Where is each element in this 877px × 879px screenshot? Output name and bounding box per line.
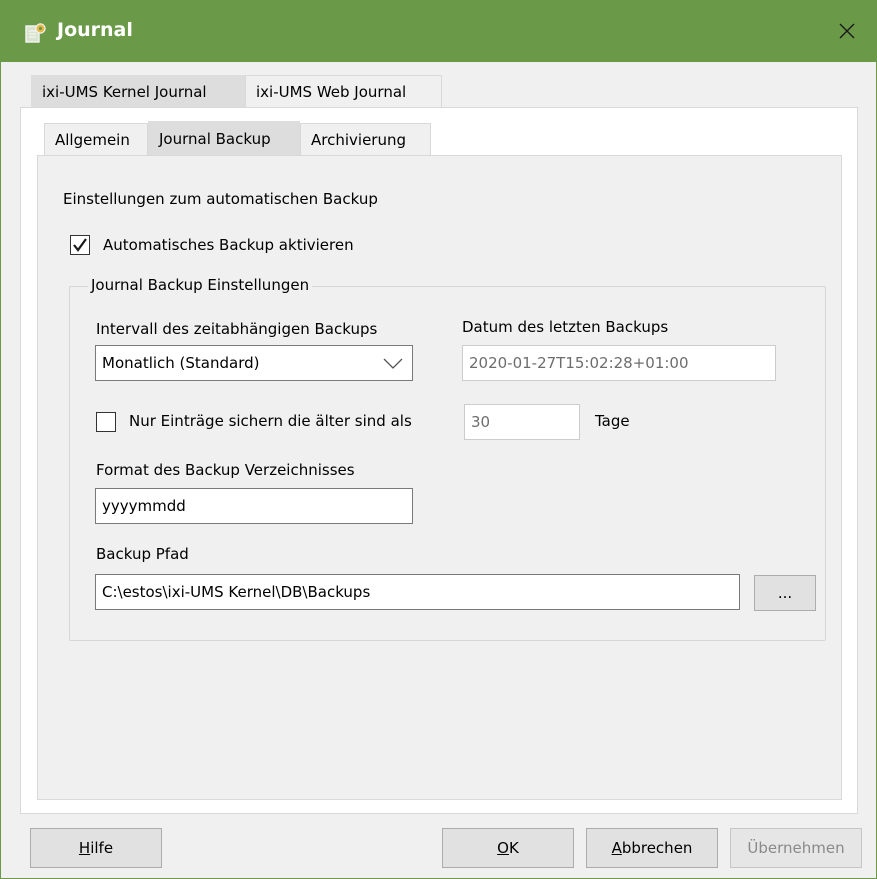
tab-web-journal[interactable]: ixi-UMS Web Journal xyxy=(245,75,442,107)
tab-label: Archivierung xyxy=(311,130,406,149)
help-button[interactable]: Hilfe xyxy=(30,828,162,868)
cancel-label: Abbrechen xyxy=(612,839,693,857)
auto-backup-checkbox[interactable] xyxy=(70,235,90,255)
dir-format-input[interactable]: yyyymmdd xyxy=(95,488,413,524)
backup-path-value: C:\estos\ixi-UMS Kernel\DB\Backups xyxy=(102,583,371,601)
browse-label: ... xyxy=(777,584,793,602)
cancel-mnemonic: A xyxy=(611,839,622,857)
journal-gear-icon xyxy=(25,23,46,43)
backup-path-input[interactable]: C:\estos\ixi-UMS Kernel\DB\Backups xyxy=(95,574,740,610)
browse-button[interactable]: ... xyxy=(754,575,816,611)
backup-path-label: Backup Pfad xyxy=(96,545,189,563)
help-label: Hilfe xyxy=(79,839,113,857)
last-backup-field: 2020-01-27T15:02:28+01:00 xyxy=(462,345,776,381)
tab-journal-backup[interactable]: Journal Backup xyxy=(148,121,300,155)
tab-kernel-journal[interactable]: ixi-UMS Kernel Journal xyxy=(31,75,245,107)
tab-allgemein[interactable]: Allgemein xyxy=(44,123,148,155)
dir-format-value: yyyymmdd xyxy=(102,497,186,515)
last-backup-value: 2020-01-27T15:02:28+01:00 xyxy=(469,354,689,372)
interval-selected-value: Monatlich (Standard) xyxy=(102,354,260,372)
dir-format-label: Format des Backup Verzeichnisses xyxy=(96,461,355,479)
group-title: Journal Backup Einstellungen xyxy=(88,276,313,294)
interval-dropdown[interactable]: Monatlich (Standard) xyxy=(95,345,413,381)
checkmark-icon xyxy=(73,238,87,252)
tab-label: Allgemein xyxy=(55,130,130,149)
auto-backup-label[interactable]: Automatisches Backup aktivieren xyxy=(103,236,354,254)
older-than-days-field: 30 xyxy=(464,404,580,440)
days-unit-label: Tage xyxy=(595,412,630,430)
title-bar[interactable]: Journal xyxy=(1,0,876,62)
tab-label: ixi-UMS Kernel Journal xyxy=(42,82,207,101)
journal-dialog: Journal ixi-UMS Kernel Journal ixi-UMS W… xyxy=(0,0,877,879)
older-than-days-value: 30 xyxy=(471,413,491,431)
last-backup-label: Datum des letzten Backups xyxy=(462,318,669,336)
tab-label: Journal Backup xyxy=(159,129,271,148)
ok-label-rest: K xyxy=(508,839,519,857)
window-title: Journal xyxy=(57,19,133,41)
help-label-rest: ilfe xyxy=(90,839,114,857)
tab-archivierung[interactable]: Archivierung xyxy=(300,123,431,155)
help-mnemonic: H xyxy=(78,839,91,857)
apply-label: Übernehmen xyxy=(747,839,845,857)
chevron-down-icon xyxy=(383,358,403,369)
older-than-label[interactable]: Nur Einträge sichern die älter sind als xyxy=(129,412,412,430)
tab-label: ixi-UMS Web Journal xyxy=(256,82,407,101)
interval-label: Intervall des zeitabhängigen Backups xyxy=(96,320,378,338)
cancel-button[interactable]: Abbrechen xyxy=(586,828,718,868)
apply-button: Übernehmen xyxy=(730,828,862,868)
close-button[interactable] xyxy=(818,0,876,62)
ok-label: OK xyxy=(497,839,519,857)
older-than-checkbox[interactable] xyxy=(96,412,116,432)
section-heading: Einstellungen zum automatischen Backup xyxy=(63,190,378,208)
cancel-label-rest: bbrechen xyxy=(621,839,693,857)
ok-mnemonic: O xyxy=(497,839,509,857)
ok-button[interactable]: OK xyxy=(442,828,574,868)
close-icon xyxy=(839,23,855,39)
